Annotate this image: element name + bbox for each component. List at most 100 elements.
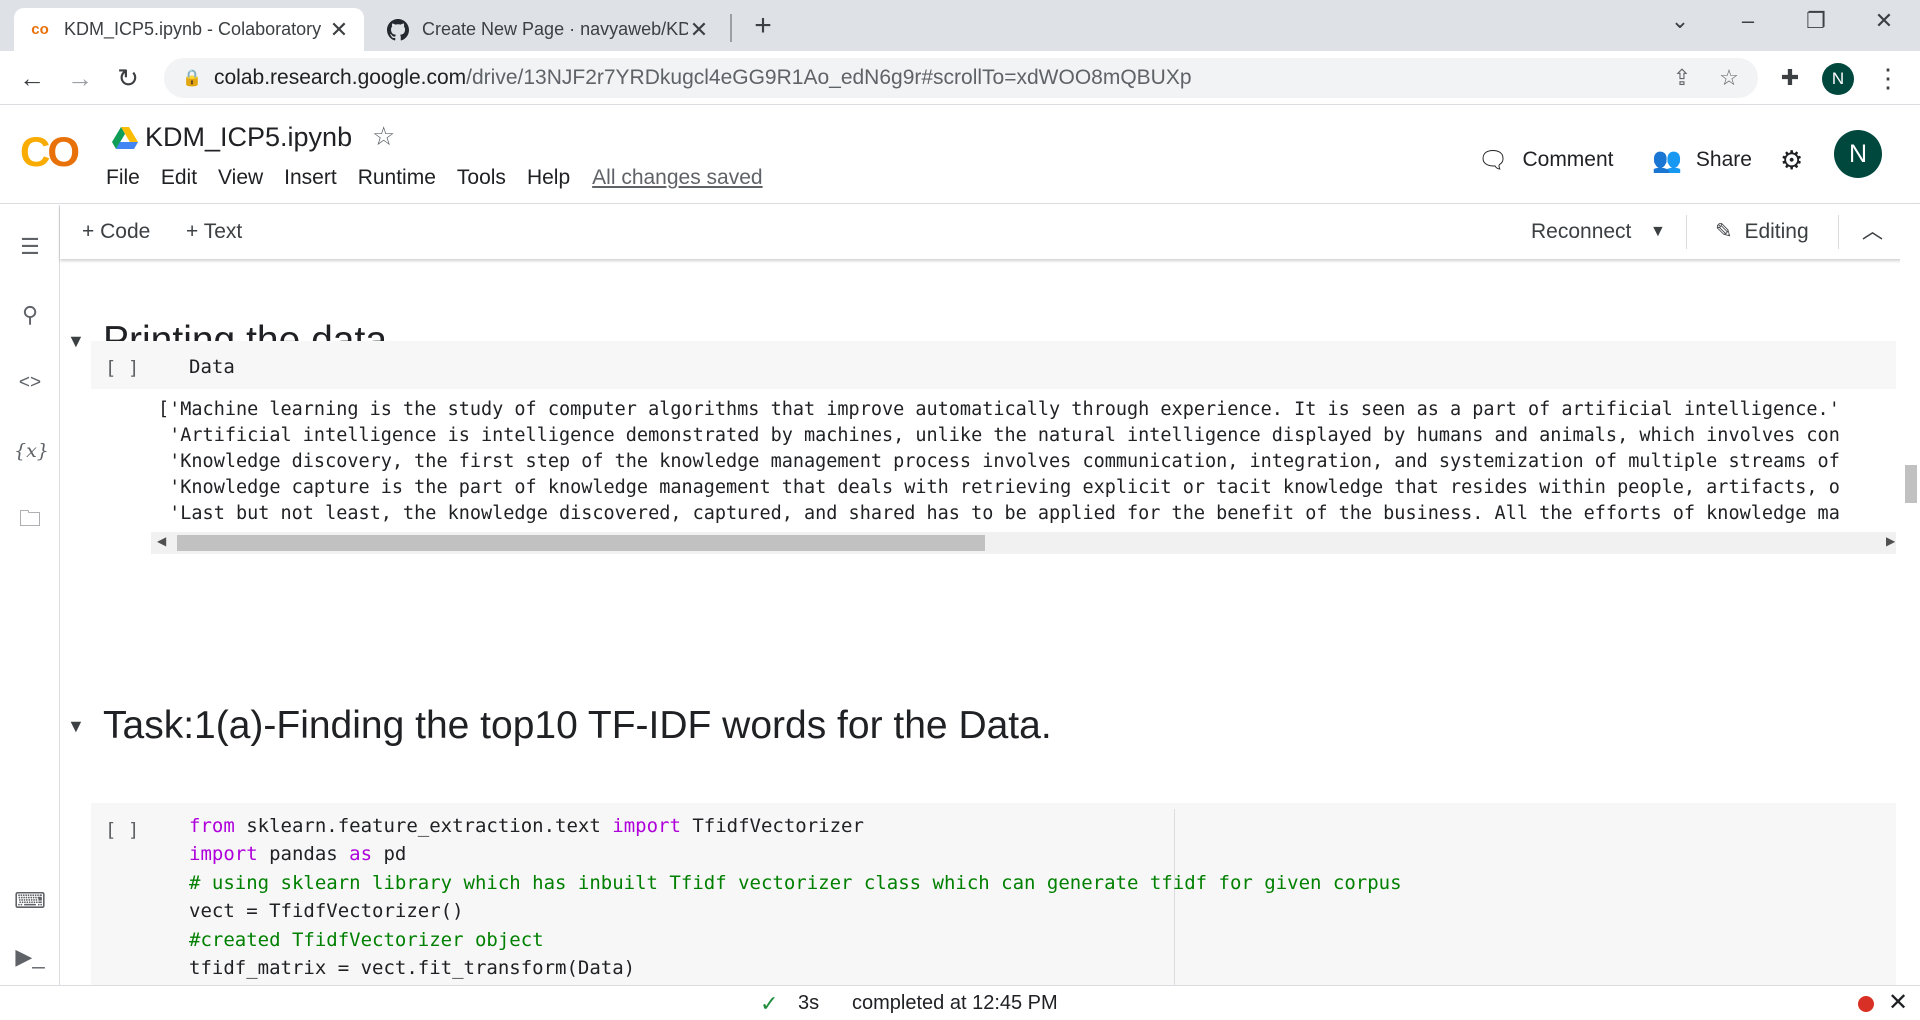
people-icon: 👥	[1652, 146, 1682, 174]
code-snippets-icon[interactable]: <>	[14, 367, 46, 399]
url-path: /drive/13NJF2r7YRDkugcl4eGG9R1Ao_edN6g9r…	[466, 66, 1192, 89]
share-label: Share	[1695, 148, 1752, 171]
colab-header: CO KDM_ICP5.ipynb ☆ File Edit View Inser…	[0, 106, 1920, 204]
forward-icon[interactable]: →	[62, 60, 98, 96]
account-avatar[interactable]: N	[1834, 130, 1882, 178]
output-line: 'Last but not least, the knowledge disco…	[158, 503, 1840, 524]
scroll-left-icon[interactable]: ◀	[157, 534, 166, 548]
tab-title: Create New Page · navyaweb/KDM	[422, 19, 688, 39]
comment-icon: 🗨	[1478, 146, 1509, 174]
output-line: ['Machine learning is the study of compu…	[158, 399, 1840, 420]
divider	[1838, 215, 1839, 249]
save-status[interactable]: All changes saved	[592, 166, 762, 190]
collapse-header-icon[interactable]: ︿	[1862, 217, 1883, 247]
code-comment[interactable]: # using sklearn library which has inbuil…	[189, 872, 1402, 894]
url-host: colab.research.google.com	[214, 66, 467, 89]
share-button[interactable]: 👥 Share	[1652, 140, 1752, 180]
code-line[interactable]: from sklearn.feature_extraction.text imp…	[189, 815, 864, 837]
tab-search-icon[interactable]: ⌄	[1648, 0, 1712, 42]
ruler-line	[1174, 809, 1175, 985]
menu-insert[interactable]: Insert	[284, 166, 337, 190]
tab-separator	[730, 14, 732, 42]
section-heading: Task:1(a)-Finding the top10 TF-IDF words…	[103, 704, 1052, 747]
run-cell-button[interactable]: [ ]	[105, 819, 139, 841]
code-cell[interactable]: [ ] from sklearn.feature_extraction.text…	[91, 803, 1896, 985]
restore-button[interactable]: ❐	[1784, 0, 1848, 42]
window-close-button[interactable]: ✕	[1852, 0, 1916, 42]
collapse-caret-icon[interactable]: ▼	[67, 716, 97, 737]
editing-mode-button[interactable]: ✎ Editing	[1715, 217, 1809, 247]
add-text-button[interactable]: + Text	[186, 217, 242, 247]
tab-colab[interactable]: co KDM_ICP5.ipynb - Colaboratory ✕	[14, 8, 364, 51]
tab-github[interactable]: Create New Page · navyaweb/KDM ✕	[372, 8, 724, 51]
star-icon[interactable]: ☆	[372, 121, 395, 152]
menu-help[interactable]: Help	[527, 166, 570, 190]
browser-tab-strip: co KDM_ICP5.ipynb - Colaboratory ✕ Creat…	[0, 0, 1920, 51]
close-tab-icon[interactable]: ✕	[328, 17, 350, 43]
code-line[interactable]: vect = TfidfVectorizer()	[189, 900, 464, 922]
notebook-title[interactable]: KDM_ICP5.ipynb	[145, 122, 352, 153]
code-comment[interactable]: #created TfidfVectorizer object	[189, 929, 544, 951]
notebook-toolbar: + Code + Text Reconnect ▼ ✎ Editing ︿	[60, 205, 1920, 259]
scrollbar-thumb[interactable]	[177, 535, 985, 551]
pencil-icon: ✎	[1715, 220, 1733, 243]
tab-title: KDM_ICP5.ipynb - Colaboratory	[64, 19, 322, 39]
close-tab-icon[interactable]: ✕	[688, 17, 710, 43]
output-line: 'Knowledge capture is the part of knowle…	[158, 477, 1840, 498]
table-of-contents-icon[interactable]: ☰	[14, 231, 46, 263]
notebook-content: ▼ Printing the data [ ] Data ['Machine l…	[61, 259, 1896, 985]
google-drive-icon[interactable]	[112, 126, 138, 150]
menu-file[interactable]: File	[106, 166, 140, 190]
command-palette-icon[interactable]: ⌨	[14, 885, 46, 917]
chevron-down-icon[interactable]: ▼	[1650, 217, 1666, 247]
add-code-button[interactable]: + Code	[82, 217, 150, 247]
github-icon	[386, 18, 410, 40]
address-bar[interactable]: 🔒 colab.research.google.com/drive/13NJF2…	[164, 58, 1758, 98]
profile-avatar[interactable]: N	[1822, 63, 1854, 95]
section-task-1a: ▼ Task:1(a)-Finding the top10 TF-IDF wor…	[61, 704, 1052, 748]
output-line: 'Artificial intelligence is intelligence…	[158, 425, 1840, 446]
browser-menu-icon[interactable]: ⋮	[1870, 60, 1906, 96]
run-cell-button[interactable]: [ ]	[105, 357, 139, 379]
status-bar: ✓ 3s completed at 12:45 PM ✕	[0, 985, 1920, 1020]
folder-icon[interactable]: 🗀	[14, 503, 46, 535]
divider	[1686, 215, 1687, 249]
reconnect-button[interactable]: Reconnect	[1531, 217, 1631, 247]
menu-view[interactable]: View	[218, 166, 263, 190]
scrollbar-thumb[interactable]	[1905, 465, 1917, 503]
menu-runtime[interactable]: Runtime	[358, 166, 436, 190]
address-toolbar: ← → ↻ 🔒 colab.research.google.com/drive/…	[0, 51, 1920, 105]
search-icon[interactable]: ⚲	[14, 299, 46, 331]
menu-bar: File Edit View Insert Runtime Tools Help…	[106, 166, 784, 190]
colab-icon: co	[31, 21, 49, 38]
comment-button[interactable]: 🗨 Comment	[1478, 140, 1614, 180]
gear-icon[interactable]: ⚙	[1780, 140, 1803, 180]
code-line[interactable]: import pandas as pd	[189, 843, 406, 865]
code-line[interactable]: Data	[189, 356, 235, 378]
output-horizontal-scrollbar[interactable]: ◀ ▶	[151, 532, 1896, 554]
colab-logo[interactable]: CO	[20, 130, 84, 174]
editing-label: Editing	[1744, 220, 1809, 243]
code-cell[interactable]: [ ] Data	[91, 341, 1896, 389]
output-line: 'Knowledge discovery, the first step of …	[158, 451, 1840, 472]
comment-label: Comment	[1522, 148, 1614, 171]
close-icon[interactable]: ✕	[1888, 988, 1908, 1017]
variables-icon[interactable]: {x}	[14, 435, 49, 467]
lock-icon: 🔒	[182, 70, 202, 87]
extensions-icon[interactable]: ✚	[1772, 60, 1808, 96]
bookmark-star-icon[interactable]: ☆	[1709, 58, 1749, 98]
execution-duration: 3s	[798, 992, 820, 1014]
scroll-right-icon[interactable]: ▶	[1886, 534, 1895, 548]
minimize-button[interactable]: –	[1716, 0, 1780, 42]
new-tab-button[interactable]: +	[748, 8, 778, 44]
code-line[interactable]: tfidf_matrix = vect.fit_transform(Data)	[189, 957, 635, 979]
reload-icon[interactable]: ↻	[110, 60, 146, 96]
back-icon[interactable]: ←	[14, 60, 50, 96]
page-vertical-scrollbar[interactable]	[1900, 259, 1920, 985]
menu-edit[interactable]: Edit	[161, 166, 197, 190]
menu-tools[interactable]: Tools	[457, 166, 506, 190]
left-sidebar: ☰ ⚲ <> {x} 🗀 ⌨ ▶_	[0, 205, 60, 985]
execution-status[interactable]: completed at 12:45 PM	[852, 992, 1058, 1015]
share-page-icon[interactable]: ⇪	[1662, 58, 1702, 98]
terminal-icon[interactable]: ▶_	[14, 941, 46, 973]
